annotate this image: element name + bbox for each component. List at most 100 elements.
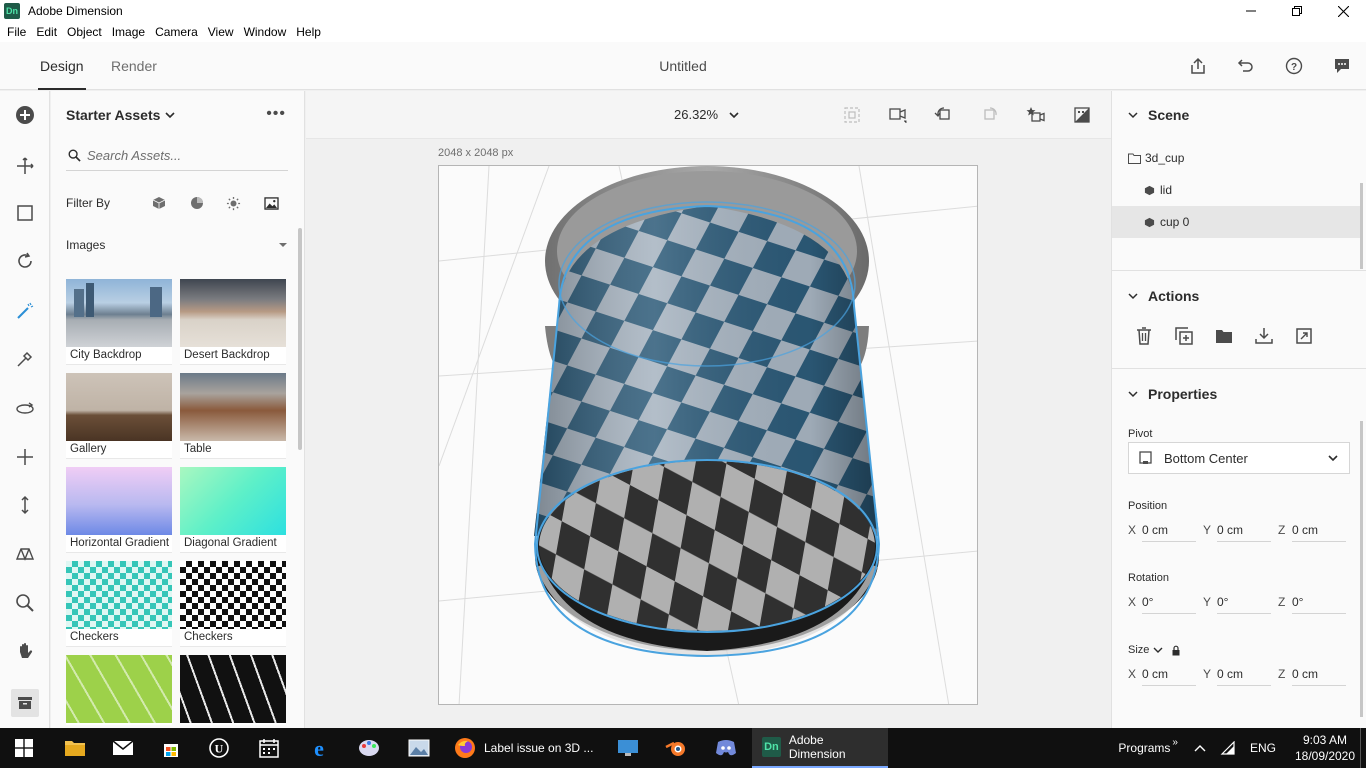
search-input[interactable] [87, 148, 277, 163]
assets-library-selector[interactable]: Starter Assets [66, 107, 176, 123]
asset-card[interactable]: Horizontal Gradient [66, 467, 172, 553]
asset-card[interactable]: Desert Backdrop [180, 279, 286, 365]
menu-image[interactable]: Image [107, 25, 150, 39]
rotation-x-field[interactable]: 0° [1142, 590, 1196, 614]
share-button[interactable] [1184, 52, 1212, 80]
menu-window[interactable]: Window [239, 25, 292, 39]
asset-card[interactable]: Checkers [180, 561, 286, 647]
lock-icon[interactable] [1171, 645, 1181, 656]
camera-tool[interactable] [11, 539, 39, 567]
orbit-tool[interactable] [11, 247, 39, 275]
duplicate-button[interactable] [1174, 326, 1194, 346]
scene-item-group[interactable]: 3d_cup [1112, 142, 1360, 174]
marquee-tool[interactable] [11, 199, 39, 227]
close-button[interactable] [1320, 0, 1366, 22]
show-desktop-button[interactable] [1360, 728, 1366, 768]
wifi-icon[interactable] [1220, 741, 1236, 755]
zoom-selector[interactable]: 26.32% [674, 107, 740, 122]
filter-images-button[interactable] [253, 191, 290, 215]
taskbar-unreal[interactable]: U [196, 728, 242, 768]
pan-tool[interactable] [11, 637, 39, 665]
asset-card[interactable]: Checkers [66, 561, 172, 647]
taskbar-blender[interactable] [654, 728, 698, 768]
taskbar-mail[interactable] [100, 728, 146, 768]
scene-panel-header[interactable]: Scene [1128, 107, 1189, 123]
taskbar-firefox[interactable]: Label issue on 3D ... [444, 728, 603, 768]
minimize-button[interactable] [1228, 0, 1274, 22]
restore-button[interactable] [1274, 0, 1320, 22]
asset-card[interactable]: Table [180, 373, 286, 459]
actions-panel-header[interactable]: Actions [1128, 288, 1199, 304]
zoom-tool[interactable] [11, 589, 39, 617]
filter-lights-button[interactable] [215, 191, 252, 215]
images-section-header[interactable]: Images [66, 238, 288, 252]
tab-design[interactable]: Design [38, 42, 86, 90]
rotate-tool[interactable] [11, 395, 39, 423]
bookmark-camera-button[interactable] [1023, 101, 1049, 129]
select-tool[interactable] [11, 152, 39, 180]
position-y-field[interactable]: 0 cm [1217, 518, 1271, 542]
rotation-y-field[interactable]: 0° [1217, 590, 1271, 614]
tab-render[interactable]: Render [111, 42, 157, 90]
clock[interactable]: 9:03 AM 18/09/2020 [1290, 732, 1360, 764]
chevron-right-icon[interactable]: » [1172, 737, 1178, 748]
size-z-field[interactable]: 0 cm [1292, 662, 1346, 686]
asset-card[interactable]: City Backdrop [66, 279, 172, 365]
size-y-field[interactable]: 0 cm [1217, 662, 1271, 686]
move-tool[interactable] [11, 443, 39, 471]
taskbar-discord[interactable] [704, 728, 748, 768]
asset-card[interactable]: Diagonal Gradient [180, 467, 286, 553]
taskbar-paint[interactable] [346, 728, 392, 768]
filter-materials-button[interactable] [178, 191, 215, 215]
taskbar-store[interactable] [148, 728, 194, 768]
chevron-down-icon[interactable] [1153, 645, 1163, 655]
taskbar-file-explorer[interactable] [52, 728, 98, 768]
pivot-select[interactable]: Bottom Center [1128, 442, 1350, 474]
scene-item-lid[interactable]: lid [1112, 174, 1360, 206]
asset-card[interactable] [66, 655, 172, 725]
scene-item-cup[interactable]: cup 0 [1112, 206, 1360, 238]
asset-card[interactable]: Gallery [66, 373, 172, 459]
asset-card[interactable] [180, 655, 286, 725]
place-on-ground-button[interactable] [1254, 326, 1274, 346]
menu-object[interactable]: Object [62, 25, 107, 39]
frame-selection-button[interactable] [839, 101, 865, 129]
programs-toolbar[interactable]: Programs [1118, 741, 1170, 755]
delete-button[interactable] [1134, 326, 1154, 346]
scene-scrollbar[interactable] [1360, 183, 1363, 269]
sample-tool[interactable] [11, 345, 39, 373]
group-button[interactable] [1214, 326, 1234, 346]
properties-scrollbar[interactable] [1360, 421, 1363, 717]
undo-button[interactable] [1232, 52, 1260, 80]
menu-file[interactable]: File [2, 25, 31, 39]
assets-panel-toggle[interactable] [11, 689, 39, 717]
render-preview-button[interactable] [1069, 101, 1095, 129]
align-to-ground-button[interactable] [885, 101, 911, 129]
help-button[interactable]: ? [1280, 52, 1308, 80]
start-button[interactable] [0, 728, 48, 768]
more-options-icon[interactable]: ••• [266, 105, 286, 123]
feedback-button[interactable] [1328, 52, 1356, 80]
language-indicator[interactable]: ENG [1250, 741, 1276, 755]
assets-scrollbar[interactable] [298, 228, 302, 450]
taskbar-edge[interactable]: e [296, 728, 342, 768]
menu-camera[interactable]: Camera [150, 25, 203, 39]
size-x-field[interactable]: 0 cm [1142, 662, 1196, 686]
menu-help[interactable]: Help [291, 25, 326, 39]
taskbar-task-manager[interactable] [606, 728, 650, 768]
3d-viewport[interactable] [438, 165, 978, 705]
add-content-tool[interactable] [11, 101, 39, 129]
position-x-field[interactable]: 0 cm [1142, 518, 1196, 542]
taskbar-calendar[interactable] [246, 728, 292, 768]
menu-edit[interactable]: Edit [31, 25, 62, 39]
menu-view[interactable]: View [203, 25, 239, 39]
scale-tool[interactable] [11, 491, 39, 519]
move-to-ground-button[interactable] [931, 101, 957, 129]
taskbar-photos[interactable] [396, 728, 442, 768]
magic-wand-tool[interactable] [11, 297, 39, 325]
rotation-z-field[interactable]: 0° [1292, 590, 1346, 614]
chevron-up-icon[interactable] [1194, 743, 1206, 753]
taskbar-adobe-dimension[interactable]: Dn Adobe Dimension [752, 728, 888, 768]
redo-camera-button[interactable] [977, 101, 1003, 129]
properties-panel-header[interactable]: Properties [1128, 386, 1217, 402]
